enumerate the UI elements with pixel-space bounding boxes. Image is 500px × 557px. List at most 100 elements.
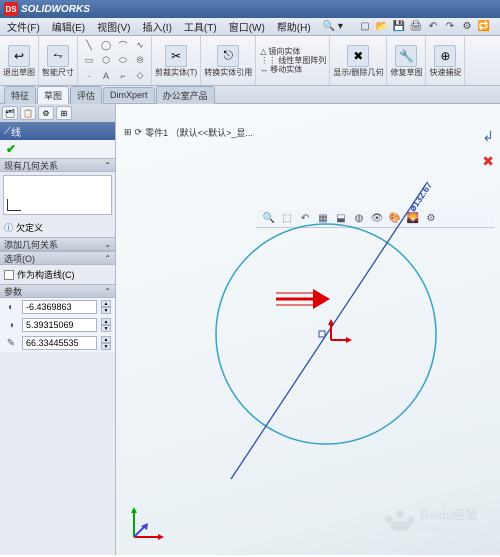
trim-entities-button[interactable]: ✂ 剪裁实体(T) [155,45,197,77]
qat-new-icon[interactable]: ▢ [358,20,372,34]
param-x-input[interactable]: -6.4369863 [22,300,97,314]
repair-sketch-button[interactable]: 🔧 修复草图 [390,45,422,77]
spinner-down[interactable]: ▼ [101,343,111,350]
param-y-icon: ◑ [4,318,18,332]
arc-tool-icon[interactable]: ⌒ [115,39,131,53]
chevron-up-icon: ⌃ [104,287,111,296]
circle-tool-icon[interactable]: ◯ [98,39,114,53]
convert-entities-button[interactable]: ⎋ 转换实体引用 [204,45,252,77]
menu-view[interactable]: 视图(V) [94,18,133,35]
mirror-icon: △ [260,47,266,56]
qat-save-icon[interactable]: 💾 [392,20,406,34]
app-name: SOLIDWORKS [21,4,90,15]
snap-icon: ⊕ [434,45,456,67]
perpendicular-icon [7,199,21,211]
feature-manager-tab-icon[interactable]: 🗂 [2,106,18,120]
display-delete-button[interactable]: ✖ 显示/删除几何 [333,45,383,77]
line-tool-icon[interactable]: ╲ [81,39,97,53]
chevron-up-icon: ⌃ [104,161,111,170]
dimension-icon: ⥊ [47,45,69,67]
manager-tabs: 🗂 📋 ⚙ ⊞ [0,104,115,122]
tab-office[interactable]: 办公室产品 [156,86,215,104]
constraints-list[interactable] [3,175,112,215]
qat-settings-icon[interactable]: ⚙ [460,20,474,34]
param-angle-row: ✎ 66.33445535 ▲▼ [0,334,115,352]
text-tool-icon[interactable]: A [98,69,114,83]
param-y-input[interactable]: 5.39315069 [22,318,97,332]
tab-sketch[interactable]: 草图 [37,86,69,104]
tab-evaluate[interactable]: 评估 [70,86,102,104]
property-manager-panel: 🗂 📋 ⚙ ⊞ ⟋ 线 ✔ 现有几何关系⌃ ⓘ 欠定义 添加几何关系⌄ 选项(O… [0,104,116,555]
param-x-icon: ◐ [4,300,18,314]
menu-edit[interactable]: 编辑(E) [49,18,88,35]
graphics-area[interactable]: 🔍 ⬚ ↶ ▦ ⬓ ◍ 👁 🎨 🌄 ⚙ ⊞ ⟳ 零件1 （默认<<默认>_显..… [116,104,500,555]
slot-tool-icon[interactable]: ⦾ [132,54,148,68]
config-manager-tab-icon[interactable]: ⚙ [38,106,54,120]
qat-print-icon[interactable]: 🖨 [409,20,423,34]
repair-icon: 🔧 [395,45,417,67]
spinner-up[interactable]: ▲ [101,300,111,307]
move-entities-button[interactable]: ↔移动实体 [260,65,302,74]
menu-insert[interactable]: 插入(I) [139,18,174,35]
menu-search-icon[interactable]: 🔍 ▾ [320,20,346,33]
constraints-header[interactable]: 现有几何关系⌃ [0,158,115,172]
mirror-entities-button[interactable]: △镜向实体 [260,47,300,56]
menu-bar: 文件(F) 编辑(E) 视图(V) 插入(I) 工具(T) 窗口(W) 帮助(H… [0,18,500,36]
rectangle-tool-icon[interactable]: ▭ [81,54,97,68]
quick-snap-button[interactable]: ⊕ 快速捕捉 [429,45,461,77]
sketch-svg: ⌀132.67 [116,104,500,555]
chevron-down-icon: ⌄ [104,240,111,249]
menu-file[interactable]: 文件(F) [4,18,43,35]
tab-features[interactable]: 特征 [4,86,36,104]
polygon-tool-icon[interactable]: ⬡ [98,54,114,68]
qat-redo-icon[interactable]: ↷ [443,20,457,34]
sketch-circle[interactable] [216,224,436,444]
add-constraints-header[interactable]: 添加几何关系⌄ [0,237,115,251]
construction-checkbox[interactable] [4,270,14,280]
point-tool-icon[interactable]: · [81,69,97,83]
svg-text:⌀132.67: ⌀132.67 [407,180,434,213]
dimxpert-manager-tab-icon[interactable]: ⊞ [56,106,72,120]
property-title: ⟋ 线 [0,122,115,140]
menu-tools[interactable]: 工具(T) [181,18,220,35]
ok-check-icon[interactable]: ✔ [6,142,16,156]
svg-text:jingyan.baidu.com: jingyan.baidu.com [397,525,463,534]
annotation-arrow [276,289,330,309]
underdefined-info: ⓘ 欠定义 [0,218,115,237]
tab-dimxpert[interactable]: DimXpert [103,87,155,102]
ribbon: ↩ 退出草图 ⥊ 智能尺寸 ╲ ◯ ⌒ ∿ ▭ ⬡ ⬭ ⦾ · A ⌐ ◇ ✂ … [0,36,500,86]
qat-undo-icon[interactable]: ↶ [426,20,440,34]
parameters-header[interactable]: 参数⌃ [0,284,115,298]
qat-rebuild-icon[interactable]: 🔁 [477,20,491,34]
property-manager-tab-icon[interactable]: 📋 [20,106,36,120]
options-header[interactable]: 选项(O)⌃ [0,251,115,265]
spinner-down[interactable]: ▼ [101,325,111,332]
command-manager-tabs: 特征 草图 评估 DimXpert 办公室产品 [0,86,500,104]
param-y-row: ◑ 5.39315069 ▲▼ [0,316,115,334]
menu-window[interactable]: 窗口(W) [226,18,268,35]
spinner-up[interactable]: ▲ [101,318,111,325]
pattern-icon: ⋮⋮ [260,56,276,65]
sketch-line[interactable] [231,184,426,479]
menu-help[interactable]: 帮助(H) [274,18,314,35]
title-bar: DS SOLIDWORKS [0,0,500,18]
exit-sketch-icon: ↩ [8,45,30,67]
ellipse-tool-icon[interactable]: ⬭ [115,54,131,68]
exit-sketch-button[interactable]: ↩ 退出草图 [3,45,35,77]
info-icon: ⓘ [4,221,13,234]
plane-tool-icon[interactable]: ◇ [132,69,148,83]
sketch-tools-grid: ╲ ◯ ⌒ ∿ ▭ ⬡ ⬭ ⦾ · A ⌐ ◇ [81,39,148,83]
dimension-label[interactable]: ⌀132.67 [407,180,434,213]
qat-open-icon[interactable]: 📂 [375,20,389,34]
spline-tool-icon[interactable]: ∿ [132,39,148,53]
spinner-down[interactable]: ▼ [101,307,111,314]
smart-dimension-button[interactable]: ⥊ 智能尺寸 [42,45,74,77]
construction-checkbox-row[interactable]: 作为构造线(C) [0,265,115,284]
spinner-up[interactable]: ▲ [101,336,111,343]
param-angle-input[interactable]: 66.33445535 [22,336,97,350]
param-x-row: ◐ -6.4369863 ▲▼ [0,298,115,316]
fillet-tool-icon[interactable]: ⌐ [115,69,131,83]
param-angle-icon: ✎ [4,336,18,350]
linear-pattern-button[interactable]: ⋮⋮线性草图阵列 [260,56,326,65]
orientation-triad[interactable] [126,505,166,545]
